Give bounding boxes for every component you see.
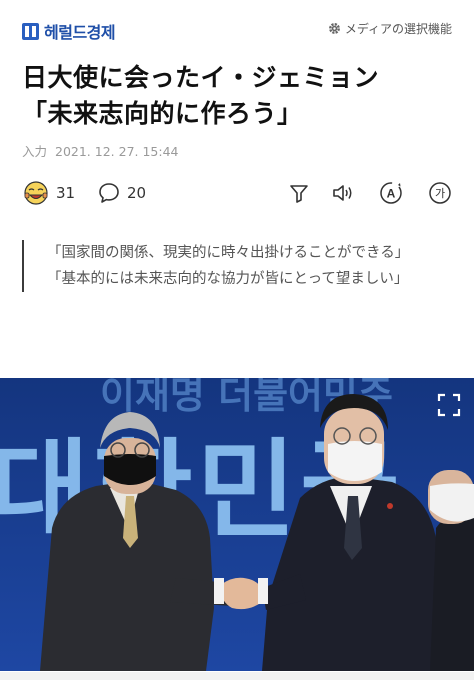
brand[interactable]: 헤럴드경제 [22,19,116,43]
date-label: 入力 [22,144,48,159]
font-size-button[interactable]: 가 [427,180,453,206]
media-select-label: メディアの選択機能 [344,22,452,36]
comment-button[interactable]: 20 [97,176,146,210]
listen-button[interactable] [330,180,356,206]
article-title-line1: 日大使に会ったイ・ジェミョン [22,63,380,92]
speaker-icon [333,185,352,201]
reaction-button[interactable]: 31 [22,176,75,210]
dateline: 入力 2021. 12. 27. 15:44 [22,141,183,160]
subhead-2: 「基本的には未来志向的な協力が皆にとって望ましい」 [47,271,409,287]
funnel-icon [290,185,308,203]
comment-count: 20 [127,184,147,202]
expand-icon[interactable] [436,392,462,418]
person-background [428,470,474,671]
subhead-1: 「国家間の関係、現実的に時々出掛けることができる」 [47,245,410,261]
page-divider [0,672,474,680]
article-photo[interactable]: 이재명 더불어민주 대한민국 [0,378,474,671]
font-size-glyph: 가 [435,187,445,200]
photo-scene: 이재명 더불어민주 대한민국 [0,378,474,671]
brand-name: 헤럴드경제 [44,23,116,42]
reaction-emoji-icon [24,181,48,205]
translate-button[interactable]: A [378,180,404,206]
article-subheads: 「国家間の関係、現実的に時々出掛けることができる」 「基本的には未来志向的な協力… [22,240,452,292]
media-select-button[interactable]: メディアの選択機能 [328,20,452,37]
comment-icon [99,183,119,203]
article-title: 日大使に会ったイ・ジェミョン 「未来志向的に作ろう」 [22,60,462,132]
date-value: 2021. 12. 27. 15:44 [55,144,179,159]
summary-button[interactable] [286,180,312,206]
gear-icon [328,23,340,34]
reaction-count: 31 [56,184,76,202]
action-bar: 31 20 A 가 [0,176,474,210]
top-bar: 헤럴드경제 メディアの選択機能 [0,0,474,44]
article-title-line2: 「未来志向的に作ろう」 [22,99,303,128]
translate-icon: A [380,182,402,204]
translate-glyph: A [387,187,396,201]
font-size-icon: 가 [429,182,451,204]
brand-logo-icon [22,22,39,40]
